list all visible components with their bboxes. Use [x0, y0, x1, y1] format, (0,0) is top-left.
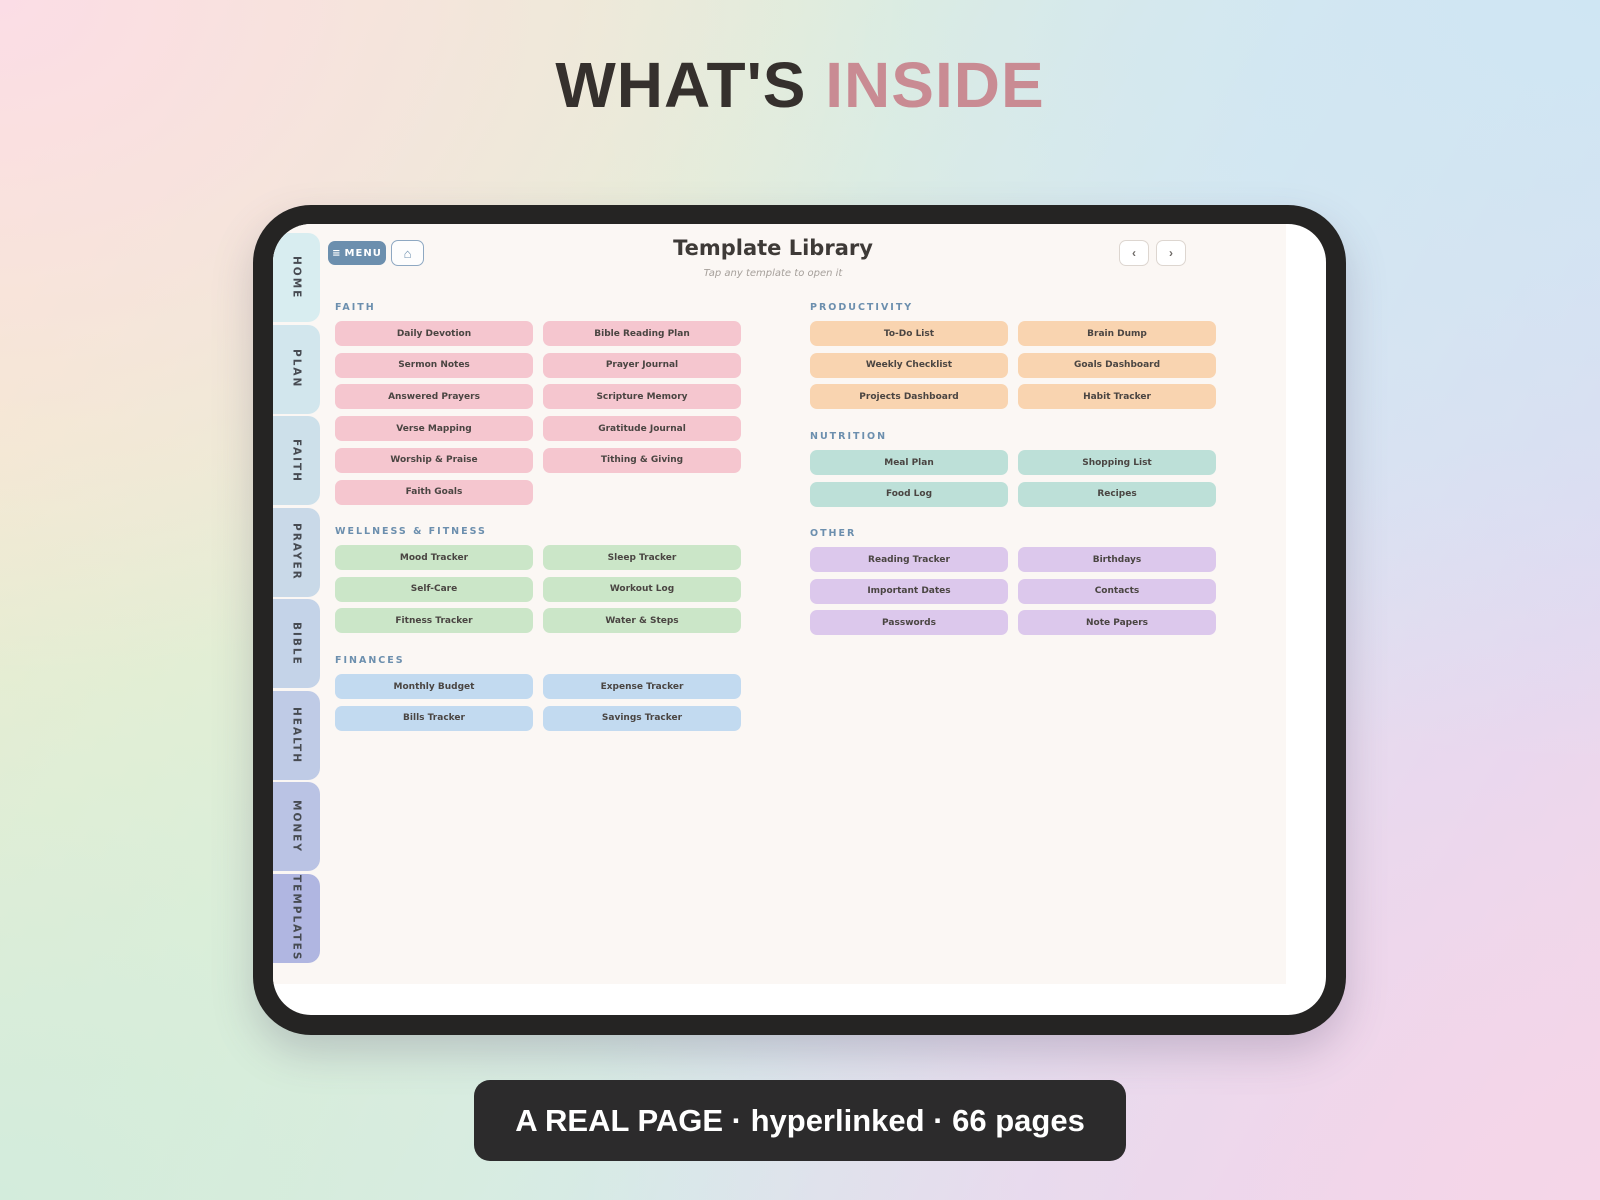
section-title-productivity: PRODUCTIVITY	[810, 302, 914, 313]
template-button[interactable]: Reading Tracker	[810, 547, 1008, 572]
template-button[interactable]: Contacts	[1018, 578, 1216, 604]
template-button[interactable]: Important Dates	[810, 578, 1008, 604]
section-title-nutrition: NUTRITION	[810, 431, 888, 442]
side-tab-home[interactable]: HOME	[273, 233, 320, 322]
template-button[interactable]: Goals Dashboard	[1018, 352, 1216, 378]
previous-page-button[interactable]: ‹	[1119, 240, 1149, 266]
template-button[interactable]: Passwords	[810, 610, 1008, 636]
chevron-right-icon: ›	[1169, 246, 1173, 260]
side-tab-label: TEMPLATES	[290, 874, 303, 962]
home-button[interactable]: ⌂	[391, 240, 424, 266]
section-title-wellness-fitness: WELLNESS & FITNESS	[335, 526, 487, 537]
template-button[interactable]: Monthly Budget	[335, 674, 533, 699]
template-button[interactable]: Answered Prayers	[335, 384, 533, 410]
side-tab-money[interactable]: MONEY	[273, 782, 320, 871]
template-button[interactable]: Projects Dashboard	[810, 384, 1008, 410]
headline-part-1: WHAT'S	[555, 49, 807, 121]
template-button[interactable]: Savings Tracker	[543, 705, 741, 731]
template-button[interactable]: To-Do List	[810, 321, 1008, 346]
side-tab-label: HEALTH	[290, 706, 303, 764]
side-tab-label: FAITH	[290, 438, 303, 483]
page-title: Template Library	[673, 236, 873, 260]
side-tab-plan[interactable]: PLAN	[273, 324, 320, 414]
template-button[interactable]: Scripture Memory	[543, 384, 741, 410]
template-button[interactable]: Self-Care	[335, 576, 533, 602]
side-tab-label: PLAN	[290, 349, 303, 389]
side-tab-label: HOME	[290, 255, 303, 300]
home-icon: ⌂	[403, 245, 412, 261]
template-button[interactable]: Food Log	[810, 481, 1008, 507]
template-button[interactable]: Meal Plan	[810, 450, 1008, 475]
page-subtitle: Tap any template to open it	[703, 268, 843, 279]
headline: WHAT'S INSIDE	[0, 48, 1600, 122]
template-button[interactable]: Expense Tracker	[543, 674, 741, 699]
headline-part-2: INSIDE	[825, 49, 1045, 121]
template-button[interactable]: Habit Tracker	[1018, 384, 1216, 410]
template-button[interactable]: Weekly Checklist	[810, 352, 1008, 378]
template-button[interactable]: Mood Tracker	[335, 545, 533, 570]
side-tab-prayer[interactable]: PRAYER	[273, 507, 320, 597]
template-button[interactable]: Workout Log	[543, 576, 741, 602]
template-button[interactable]: Worship & Praise	[335, 447, 533, 473]
template-button[interactable]: Water & Steps	[543, 608, 741, 634]
side-tab-health[interactable]: HEALTH	[273, 690, 320, 780]
side-tab-faith[interactable]: FAITH	[273, 416, 320, 505]
menu-label: MENU	[344, 247, 382, 259]
caption-banner: A REAL PAGE · hyperlinked · 66 pages	[474, 1080, 1126, 1161]
side-tab-label: BIBLE	[290, 621, 303, 666]
template-button[interactable]: Verse Mapping	[335, 416, 533, 442]
template-button[interactable]: Bible Reading Plan	[543, 321, 741, 346]
template-button[interactable]: Birthdays	[1018, 547, 1216, 572]
template-button[interactable]: Sleep Tracker	[543, 545, 741, 570]
side-tab-bible[interactable]: BIBLE	[273, 599, 320, 688]
chevron-left-icon: ‹	[1132, 246, 1136, 260]
side-tab-label: MONEY	[290, 800, 303, 853]
template-button[interactable]: Daily Devotion	[335, 321, 533, 346]
template-button[interactable]: Prayer Journal	[543, 352, 741, 378]
menu-button[interactable]: ≡ MENU	[328, 241, 386, 265]
template-button[interactable]: Note Papers	[1018, 610, 1216, 636]
next-page-button[interactable]: ›	[1156, 240, 1186, 266]
template-button[interactable]: Shopping List	[1018, 450, 1216, 475]
template-button[interactable]: Gratitude Journal	[543, 416, 741, 442]
hamburger-icon: ≡	[332, 247, 342, 259]
section-title-finances: FINANCES	[335, 655, 405, 666]
tablet-frame: HOME PLAN FAITH PRAYER BIBLE HEALTH MONEY TEMPL…	[253, 205, 1346, 1035]
template-button[interactable]: Faith Goals	[335, 479, 533, 505]
template-button[interactable]: Recipes	[1018, 481, 1216, 507]
section-title-faith: FAITH	[335, 302, 376, 313]
template-button[interactable]: Fitness Tracker	[335, 608, 533, 634]
section-title-other: OTHER	[810, 528, 857, 539]
template-button[interactable]: Bills Tracker	[335, 705, 533, 731]
template-button[interactable]: Tithing & Giving	[543, 447, 741, 473]
side-tab-label: PRAYER	[290, 523, 303, 581]
template-button[interactable]: Brain Dump	[1018, 321, 1216, 346]
side-tab-templates[interactable]: TEMPLATES	[273, 873, 320, 963]
template-button[interactable]: Sermon Notes	[335, 352, 533, 378]
template-library-page: HOME PLAN FAITH PRAYER BIBLE HEALTH MONEY TEMPL…	[273, 224, 1286, 984]
tablet-screen: HOME PLAN FAITH PRAYER BIBLE HEALTH MONEY TEMPL…	[273, 224, 1326, 1015]
